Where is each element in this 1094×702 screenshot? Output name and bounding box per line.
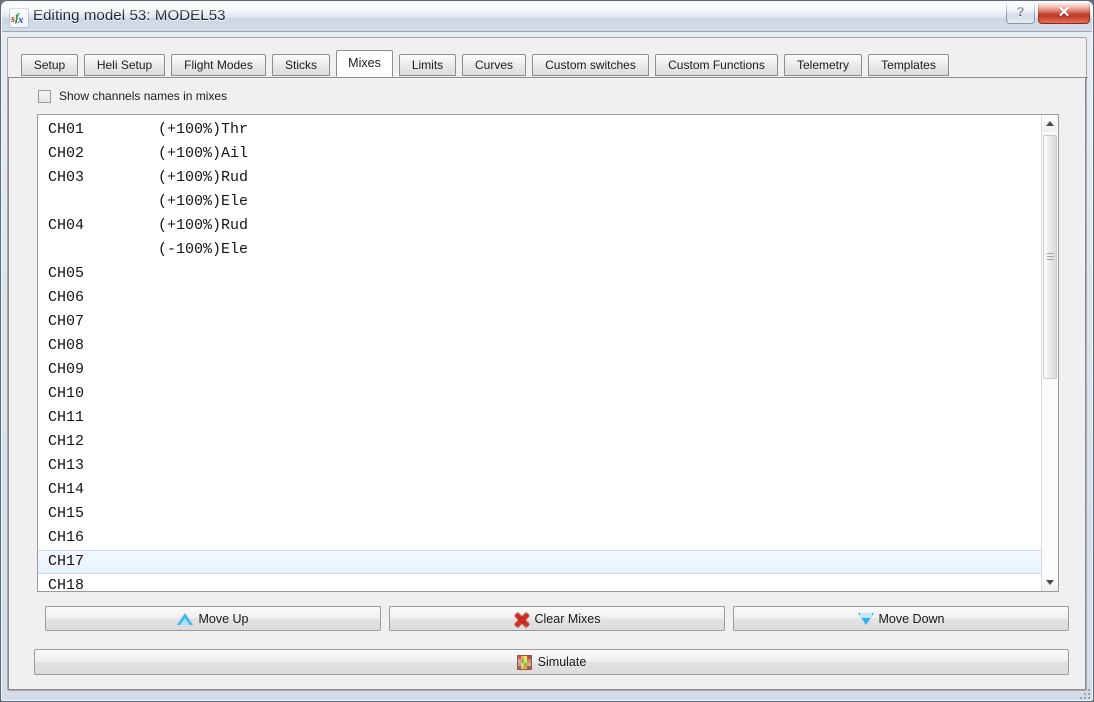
mix-row-channel: CH08 xyxy=(48,337,85,354)
svg-text:x: x xyxy=(17,14,24,25)
mix-row-channel: CH12 xyxy=(48,433,85,450)
tab-sticks[interactable]: Sticks xyxy=(272,54,330,76)
tab-curves[interactable]: Curves xyxy=(462,54,526,76)
scrollbar-grip-icon xyxy=(1047,253,1054,262)
mix-row-channel: CH16 xyxy=(48,529,85,546)
mixes-page: Show channels names in mixes CH01 (+100%)… xyxy=(8,78,1086,690)
mix-list-row[interactable]: CH17 xyxy=(38,550,1044,574)
mix-list-row[interactable]: CH12 xyxy=(38,430,1044,454)
move-down-label: Move Down xyxy=(878,611,945,626)
triangle-down-icon xyxy=(857,611,874,627)
move-down-button[interactable]: Move Down xyxy=(733,606,1069,631)
vertical-scrollbar[interactable] xyxy=(1041,115,1058,591)
mix-row-expression: (-100%)Ele xyxy=(158,241,249,258)
scrollbar-thumb[interactable] xyxy=(1043,135,1057,379)
move-up-label: Move Up xyxy=(198,611,249,626)
scroll-up-button[interactable] xyxy=(1042,115,1058,132)
move-up-button[interactable]: Move Up xyxy=(45,606,381,631)
title-bar: s f x Editing model 53: MODEL53 ? ✕ xyxy=(2,2,1092,32)
mix-row-channel: CH17 xyxy=(48,553,85,570)
tab-mixes[interactable]: Mixes xyxy=(336,50,393,77)
triangle-up-icon xyxy=(177,611,194,627)
window-title: Editing model 53: MODEL53 xyxy=(33,7,226,24)
tab-custom-functions[interactable]: Custom Functions xyxy=(655,54,778,76)
mix-list-row[interactable]: CH05 xyxy=(38,262,1044,286)
simulate-label: Simulate xyxy=(537,655,587,669)
scroll-down-button[interactable] xyxy=(1042,574,1058,591)
help-icon: ? xyxy=(1016,4,1025,19)
mix-row-channel: CH14 xyxy=(48,481,85,498)
client-area: Setup Heli Setup Flight Modes Sticks Mixes Li… xyxy=(7,37,1088,691)
mix-list-row[interactable]: CH03 (+100%)Rud xyxy=(38,166,1044,190)
mix-row-expression: (+100%)Thr xyxy=(158,121,249,138)
clear-mixes-label: Clear Mixes xyxy=(534,611,601,626)
tab-custom-switches[interactable]: Custom switches xyxy=(532,54,649,76)
tab-telemetry[interactable]: Telemetry xyxy=(784,54,862,76)
mix-list-row[interactable]: CH11 xyxy=(38,406,1044,430)
mix-row-channel: CH11 xyxy=(48,409,85,426)
help-button[interactable]: ? xyxy=(1006,3,1035,24)
scroll-up-arrow-icon xyxy=(1046,121,1054,126)
mix-row-channel: CH07 xyxy=(48,313,85,330)
mix-row-channel: CH13 xyxy=(48,457,85,474)
mix-list-row[interactable]: CH02 (+100%)Ail xyxy=(38,142,1044,166)
tab-heli-setup[interactable]: Heli Setup xyxy=(84,54,165,76)
mix-list-row[interactable]: CH13 xyxy=(38,454,1044,478)
mix-list-row[interactable]: CH14 xyxy=(38,478,1044,502)
simulate-grid-icon xyxy=(516,654,533,670)
mix-list[interactable]: CH01 (+100%)Thr CH02 (+100%)Ail CH03 (+100%)R… xyxy=(37,114,1059,592)
mix-list-row[interactable]: CH07 xyxy=(38,310,1044,334)
mix-list-row[interactable]: CH04 (+100%)Rud xyxy=(38,214,1044,238)
mix-row-channel: CH03 xyxy=(48,169,85,186)
resize-grip[interactable] xyxy=(1077,686,1090,699)
mix-list-row[interactable]: CH09 xyxy=(38,358,1044,382)
mix-list-row[interactable]: CH18 xyxy=(38,574,1044,592)
simulate-button[interactable]: Simulate xyxy=(34,649,1069,675)
show-channel-names-checkbox[interactable] xyxy=(38,90,51,103)
mix-row-expression: (+100%)Rud xyxy=(158,169,249,186)
mix-list-row[interactable]: (-100%)Ele xyxy=(38,238,1044,262)
tab-setup[interactable]: Setup xyxy=(21,54,78,76)
tab-bar: Setup Heli Setup Flight Modes Sticks Mixes Li… xyxy=(8,50,1088,78)
close-button[interactable]: ✕ xyxy=(1038,3,1090,24)
mix-row-expression: (+100%)Rud xyxy=(158,217,249,234)
red-x-icon xyxy=(514,611,530,627)
mix-row-channel: CH01 xyxy=(48,121,85,138)
app-icon: s f x xyxy=(9,8,29,28)
tab-templates[interactable]: Templates xyxy=(868,54,949,76)
mix-row-channel: CH04 xyxy=(48,217,85,234)
mix-list-row[interactable]: CH08 xyxy=(38,334,1044,358)
mix-row-channel: CH15 xyxy=(48,505,85,522)
application-window: s f x Editing model 53: MODEL53 ? ✕ Setu… xyxy=(0,0,1094,702)
show-channel-names-label: Show channels names in mixes xyxy=(59,89,228,103)
mix-list-rows: CH01 (+100%)Thr CH02 (+100%)Ail CH03 (+100%)R… xyxy=(38,118,1044,592)
close-icon: ✕ xyxy=(1057,4,1071,21)
mix-row-expression: (+100%)Ail xyxy=(158,145,249,162)
mix-row-channel: CH02 xyxy=(48,145,85,162)
mix-row-channel: CH09 xyxy=(48,361,85,378)
mix-row-expression: (+100%)Ele xyxy=(158,193,249,210)
tab-limits[interactable]: Limits xyxy=(399,54,456,76)
mix-list-row[interactable]: CH01 (+100%)Thr xyxy=(38,118,1044,142)
scroll-down-arrow-icon xyxy=(1046,580,1054,585)
mix-list-row[interactable]: (+100%)Ele xyxy=(38,190,1044,214)
mix-list-row[interactable]: CH16 xyxy=(38,526,1044,550)
mix-list-row[interactable]: CH10 xyxy=(38,382,1044,406)
clear-mixes-button[interactable]: Clear Mixes xyxy=(389,606,725,631)
mix-row-channel: CH05 xyxy=(48,265,85,282)
mix-list-row[interactable]: CH15 xyxy=(38,502,1044,526)
mix-row-channel: CH10 xyxy=(48,385,85,402)
mix-list-row[interactable]: CH06 xyxy=(38,286,1044,310)
tab-flight-modes[interactable]: Flight Modes xyxy=(171,54,266,76)
mix-row-channel: CH18 xyxy=(48,577,85,592)
mix-row-channel: CH06 xyxy=(48,289,85,306)
